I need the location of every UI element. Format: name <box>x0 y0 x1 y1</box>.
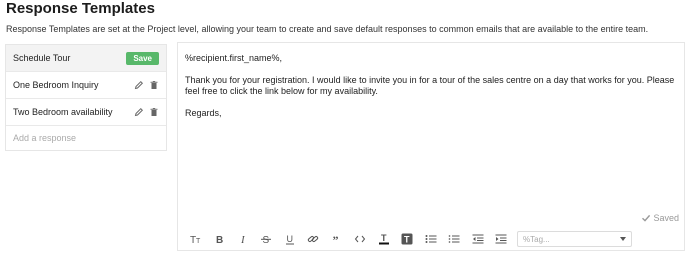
text-size-icon[interactable]: TT <box>184 230 208 248</box>
bulleted-list-icon[interactable] <box>419 230 443 248</box>
page-title: Response Templates <box>6 0 155 17</box>
svg-text:T: T <box>381 233 387 243</box>
quote-icon[interactable]: ” <box>325 230 349 248</box>
strikethrough-icon[interactable]: S <box>255 230 279 248</box>
template-item-schedule-tour[interactable]: Schedule Tour Save <box>6 45 166 72</box>
text-color-icon[interactable]: T <box>372 230 396 248</box>
editor-line: Regards, <box>185 108 222 118</box>
trash-icon[interactable] <box>149 80 159 90</box>
add-response-input[interactable] <box>13 133 153 143</box>
template-item-two-bedroom-availability[interactable]: Two Bedroom availability <box>6 99 166 126</box>
add-response-row <box>6 126 166 150</box>
outdent-icon[interactable] <box>466 230 490 248</box>
pencil-icon[interactable] <box>134 107 144 117</box>
svg-text:I: I <box>240 234 246 245</box>
template-list: Schedule Tour Save One Bedroom Inquiry T… <box>5 44 167 151</box>
underline-icon[interactable]: U <box>278 230 302 248</box>
template-item-label: Schedule Tour <box>13 53 71 63</box>
editor-line: Thank you for your registration. I would… <box>185 75 675 96</box>
saved-label: Saved <box>653 213 679 223</box>
chevron-down-icon <box>620 237 626 241</box>
bold-icon[interactable]: B <box>208 230 232 248</box>
template-editor[interactable]: %recipient.first_name%, Thank you for yo… <box>177 42 685 251</box>
editor-line: %recipient.first_name%, <box>185 53 283 63</box>
template-item-one-bedroom-inquiry[interactable]: One Bedroom Inquiry <box>6 72 166 99</box>
code-icon[interactable] <box>349 230 373 248</box>
template-item-label: Two Bedroom availability <box>13 107 113 117</box>
save-button[interactable]: Save <box>126 51 159 65</box>
numbered-list-icon[interactable] <box>443 230 467 248</box>
tag-select-placeholder: %Tag... <box>523 234 550 244</box>
svg-text:U: U <box>286 234 293 244</box>
svg-text:T: T <box>196 238 201 245</box>
text-background-icon[interactable]: T <box>396 230 420 248</box>
svg-text:B: B <box>216 235 223 245</box>
template-item-label: One Bedroom Inquiry <box>13 80 99 90</box>
tag-select[interactable]: %Tag... <box>517 231 632 247</box>
editor-toolbar: TT B I S U ” T T %Tag... <box>178 229 684 249</box>
checkmark-icon <box>642 214 651 222</box>
indent-icon[interactable] <box>490 230 514 248</box>
svg-text:”: ” <box>332 233 338 245</box>
saved-status: Saved <box>641 213 679 223</box>
link-icon[interactable] <box>302 230 326 248</box>
italic-icon[interactable]: I <box>231 230 255 248</box>
page-description: Response Templates are set at the Projec… <box>6 24 649 34</box>
svg-text:S: S <box>263 235 270 245</box>
editor-content[interactable]: %recipient.first_name%, Thank you for yo… <box>185 53 678 119</box>
pencil-icon[interactable] <box>134 80 144 90</box>
trash-icon[interactable] <box>149 107 159 117</box>
svg-text:T: T <box>404 235 410 245</box>
